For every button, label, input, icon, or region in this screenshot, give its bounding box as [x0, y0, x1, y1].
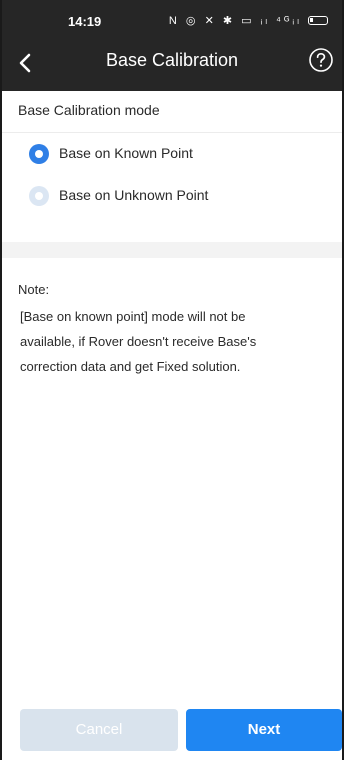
- radio-selected-icon: [29, 144, 49, 164]
- option-known-point[interactable]: Base on Known Point: [2, 134, 342, 176]
- help-icon: [309, 48, 333, 72]
- page-title: Base Calibration: [105, 50, 239, 70]
- mode-options: Base on Known Point Base on Unknown Poin…: [2, 134, 342, 218]
- title-bar: Base Calibration: [2, 44, 342, 91]
- section-label: Base Calibration mode: [2, 91, 342, 133]
- option-unknown-point[interactable]: Base on Unknown Point: [2, 176, 342, 218]
- help-button[interactable]: [308, 47, 334, 73]
- status-icons: N ◎ ✕ ✱ ▭ ᵢₗ ⁴ᴳᵢₗ: [169, 14, 328, 27]
- radio-unselected-icon: [29, 186, 49, 206]
- cancel-button[interactable]: Cancel: [20, 709, 178, 751]
- status-icons-text: N ◎ ✕ ✱ ▭ ᵢₗ ⁴ᴳᵢₗ: [168, 15, 302, 27]
- section-divider: [2, 242, 342, 258]
- status-time: 14:19: [68, 14, 102, 29]
- note-line: [Base on known point] mode will not be: [20, 309, 246, 324]
- note-title: Note:: [18, 282, 50, 297]
- note-line: available, if Rover doesn't receive Base…: [20, 334, 257, 349]
- battery-icon: [308, 16, 328, 25]
- app-screen: 14:19 N ◎ ✕ ✱ ▭ ᵢₗ ⁴ᴳᵢₗ Base Calibration: [0, 0, 344, 760]
- header: 14:19 N ◎ ✕ ✱ ▭ ᵢₗ ⁴ᴳᵢₗ Base Calibration: [2, 0, 342, 91]
- next-button[interactable]: Next: [186, 709, 342, 751]
- option-label: Base on Unknown Point: [59, 187, 209, 203]
- status-bar: 14:19 N ◎ ✕ ✱ ▭ ᵢₗ ⁴ᴳᵢₗ: [2, 0, 342, 44]
- note-line: correction data and get Fixed solution.: [20, 359, 241, 374]
- option-label: Base on Known Point: [59, 145, 193, 161]
- note-block: Note: [Base on known point] mode will no…: [18, 279, 326, 379]
- note-body: [Base on known point] mode will not be a…: [18, 304, 326, 379]
- footer: Cancel Next: [2, 704, 342, 760]
